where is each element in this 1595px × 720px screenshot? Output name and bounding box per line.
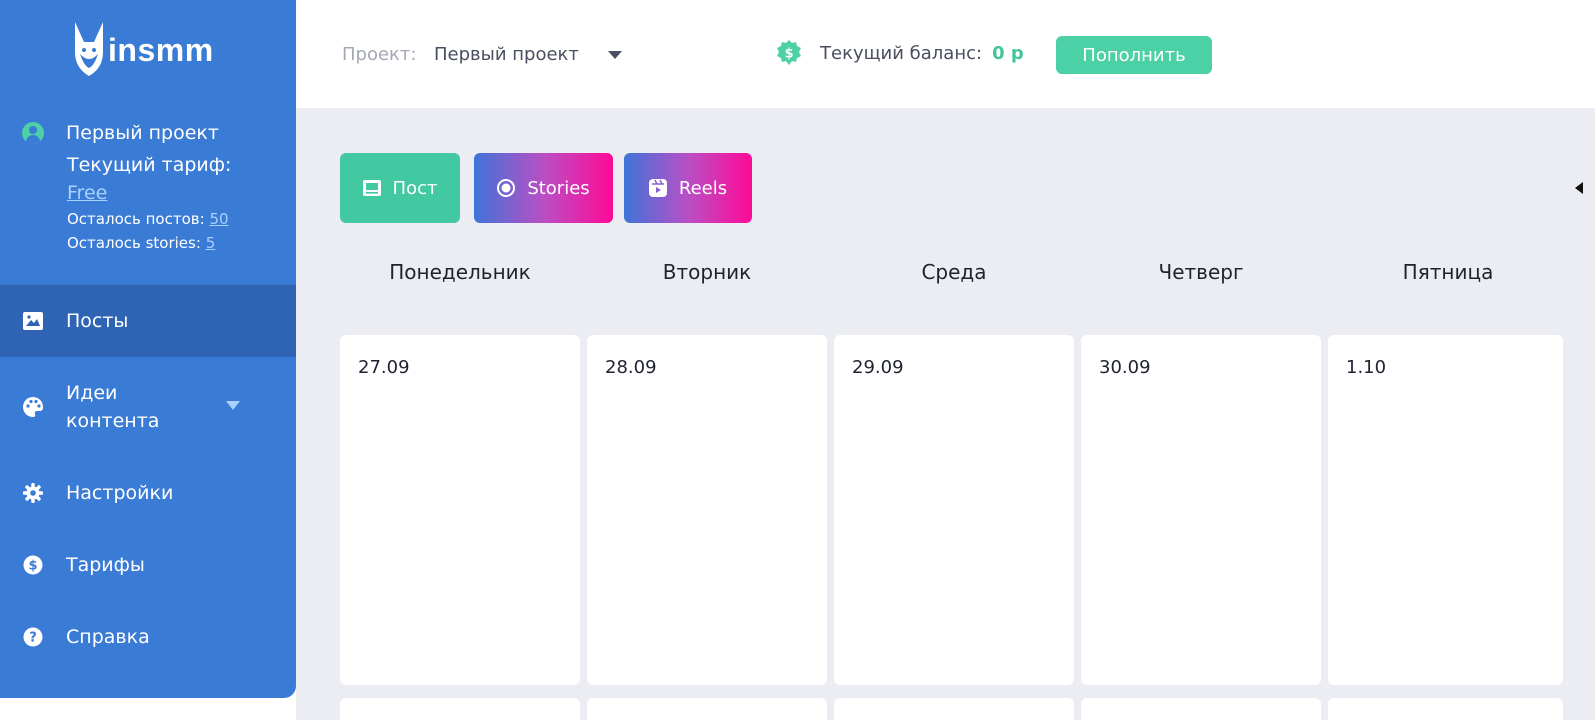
sidebar-item-label: Справка: [66, 626, 150, 648]
day-card[interactable]: [340, 698, 580, 720]
project-name: Первый проект: [66, 122, 219, 144]
stories-left-link[interactable]: 5: [206, 234, 216, 252]
tariff-label: Текущий тариф:: [67, 154, 232, 176]
sidebar: insmm Первый проект Текущий тариф: Free …: [0, 0, 296, 698]
svg-text:$: $: [784, 47, 793, 62]
sidebar-item-label: Настройки: [66, 482, 174, 504]
balance-value: 0 р: [992, 42, 1024, 64]
day-date: 1.10: [1346, 357, 1387, 378]
day-header: Пятница: [1402, 260, 1494, 284]
day-header: Среда: [921, 260, 987, 284]
gear-icon: [22, 482, 44, 504]
sidebar-item-help[interactable]: ? Справка: [0, 601, 296, 673]
question-icon: ?: [22, 626, 44, 648]
day-header: Вторник: [662, 260, 752, 284]
day-card[interactable]: [1081, 698, 1321, 720]
top-header: Проект: Первый проект $ Текущий баланс: …: [296, 0, 1595, 108]
create-post-label: Пост: [392, 177, 438, 199]
create-stories-label: Stories: [527, 177, 590, 199]
chevron-down-icon[interactable]: [226, 401, 240, 410]
create-reels-button[interactable]: Reels: [624, 153, 752, 223]
post-icon: [362, 180, 381, 196]
sidebar-item-settings[interactable]: Настройки: [0, 457, 296, 529]
day-card[interactable]: 27.09: [340, 335, 580, 685]
palette-icon: [22, 396, 44, 418]
day-date: 28.09: [605, 357, 657, 378]
stories-left: Осталось stories: 5: [67, 234, 216, 252]
project-label: Проект:: [342, 44, 417, 65]
day-card[interactable]: [834, 698, 1074, 720]
sidebar-item-label: Тарифы: [66, 554, 145, 576]
dollar-icon: $: [22, 554, 44, 576]
day-card[interactable]: 1.10: [1328, 335, 1563, 685]
day-card[interactable]: 28.09: [587, 335, 827, 685]
day-card[interactable]: 30.09: [1081, 335, 1321, 685]
previous-week-icon[interactable]: [1575, 182, 1583, 194]
topup-button[interactable]: Пополнить: [1056, 36, 1212, 74]
create-post-button[interactable]: Пост: [340, 153, 460, 223]
day-card[interactable]: [587, 698, 827, 720]
dollar-badge-icon: $: [777, 40, 801, 65]
profile-block: Первый проект Текущий тариф: Free Остало…: [22, 122, 282, 252]
svg-text:$: $: [28, 559, 37, 574]
create-reels-label: Reels: [678, 177, 728, 199]
posts-left: Осталось постов: 50: [67, 210, 229, 228]
logo[interactable]: insmm: [72, 22, 214, 78]
day-date: 29.09: [852, 357, 904, 378]
posts-left-link[interactable]: 50: [209, 210, 228, 228]
balance-label: Текущий баланс:: [820, 42, 983, 64]
reels-icon: [648, 179, 667, 197]
day-header: Понедельник: [389, 260, 531, 284]
svg-text:?: ?: [29, 631, 37, 646]
image-icon: [22, 310, 44, 332]
chevron-down-icon[interactable]: [608, 51, 622, 59]
sidebar-item-posts[interactable]: Посты: [0, 285, 296, 357]
sidebar-item-content-ideas[interactable]: Идеи контента: [0, 357, 296, 457]
fox-logo-icon: [75, 22, 103, 76]
balance-block: $ Текущий баланс: 0 р: [776, 40, 1024, 66]
day-card[interactable]: [1328, 698, 1563, 720]
sidebar-nav: Посты Идеи контента Настройки $ Тарифы ?: [0, 285, 296, 673]
main-content: Пост Stories Reels Понедельник Вторник С…: [296, 108, 1595, 720]
sidebar-item-label: Посты: [66, 310, 129, 332]
user-avatar-icon: [22, 122, 44, 144]
sidebar-item-label: Идеи контента: [66, 382, 160, 432]
record-icon: [497, 179, 516, 197]
project-select[interactable]: Первый проект: [434, 44, 579, 65]
day-header: Четверг: [1158, 260, 1244, 284]
day-date: 30.09: [1099, 357, 1151, 378]
day-date: 27.09: [358, 357, 410, 378]
tariff-link[interactable]: Free: [67, 182, 107, 204]
day-card[interactable]: 29.09: [834, 335, 1074, 685]
create-stories-button[interactable]: Stories: [474, 153, 613, 223]
sidebar-item-tariffs[interactable]: $ Тарифы: [0, 529, 296, 601]
logo-text: insmm: [108, 31, 214, 68]
